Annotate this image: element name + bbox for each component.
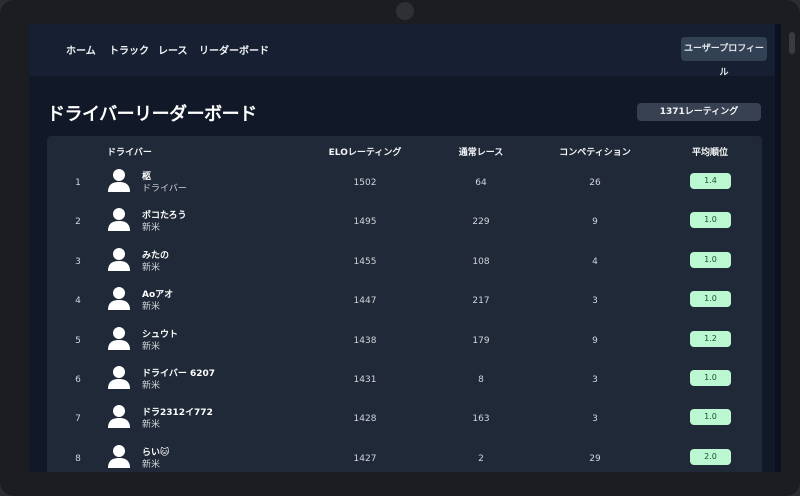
nav-link-tracks[interactable]: トラック [109,42,149,57]
app-screen: ホーム トラック レース リーダーボード ユーザープロフィール ドライバーリーダ… [29,24,781,472]
driver-rank-title: 新米 [142,459,161,470]
header-competitions: コンペティション [559,148,631,158]
competitions-value: 3 [592,414,598,425]
competitions-value: 3 [592,375,598,385]
competitions-value: 9 [592,335,598,346]
header-driver: ドライバー [107,148,152,158]
camera-icon [396,2,414,20]
rank-number: 7 [75,414,81,425]
regular-races-value: 179 [472,335,490,346]
user-profile-button[interactable]: ユーザープロフィール [681,37,767,78]
regular-races-value: 64 [475,178,487,188]
top-navigation-bar: ホーム トラック レース リーダーボード ユーザープロフィール [29,24,781,78]
avatar-icon [107,443,131,469]
rank-number: 6 [75,375,81,385]
header-average-position: 平均順位 [691,148,729,158]
average-position-badge: 1.2 [690,330,731,347]
elo-rating-value: 1495 [353,217,377,228]
table-row[interactable]: 3 みたの 新米 1455 108 4 1.0 [47,243,762,283]
driver-rank-title: 新米 [142,262,161,273]
competitions-value: 4 [592,256,598,267]
elo-rating-value: 1428 [353,414,377,425]
average-position-badge: 1.4 [690,173,731,189]
side-hardware-button [789,32,795,54]
avatar-icon [107,246,131,272]
avatar-icon [107,167,131,193]
regular-races-value: 8 [478,375,484,385]
nav-link-leaderboard[interactable]: リーダーボード [199,42,269,57]
table-row[interactable]: 1 柩ドライバー 1502 64 26 1.4 [47,164,762,204]
tablet-bezel: ホーム トラック レース リーダーボード ユーザープロフィール ドライバーリーダ… [0,0,800,496]
avatar-icon [107,403,131,429]
rank-number: 4 [75,296,81,307]
rank-number: 8 [75,453,81,464]
elo-rating-value: 1438 [353,335,377,346]
elo-rating-value: 1431 [353,375,377,385]
driver-rank-title: 新米 [142,381,161,391]
competitions-value: 9 [592,217,598,228]
average-position-badge: 1.0 [690,291,731,308]
average-position-badge: 1.0 [690,212,731,229]
avatar-icon [107,325,131,351]
leaderboard-table: ドライバー ELOレーティング 通常レース コンペティション 平均順位 1 柩ドラ… [47,136,762,472]
scrollbar-track[interactable] [775,24,781,472]
elo-rating-value: 1455 [353,256,377,267]
driver-rank-title: 新米 [142,223,161,234]
regular-races-value: 163 [472,414,490,425]
header-elo-rating: ELOレーティング [328,148,402,158]
table-row[interactable]: 2 ポコたろう 新米 1495 229 9 1.0 [47,203,762,243]
avatar-icon [107,364,131,390]
table-row[interactable]: 7 ドラ2312イ772 新米 1428 163 3 1.0 [47,400,762,440]
regular-races-value: 108 [472,256,490,267]
page-title: ドライバーリーダーボード [47,104,257,125]
average-position-badge: 2.0 [690,448,731,465]
elo-rating-value: 1427 [353,453,377,464]
average-position-badge: 1.0 [690,370,731,386]
competitions-value: 26 [589,178,601,188]
regular-races-value: 217 [472,296,490,307]
elo-rating-value: 1502 [353,178,377,188]
driver-rank-title: 新米 [142,302,161,313]
rank-number: 3 [75,256,81,267]
table-row[interactable]: 8 らい🐱 新米 1427 2 29 2.0 [47,440,762,472]
rank-number: 2 [75,217,81,228]
competitions-value: 3 [592,296,598,307]
table-row[interactable]: 5 シュウト 新米 1438 179 9 1.2 [47,322,762,362]
average-position-badge: 1.0 [690,409,731,426]
table-row[interactable]: 6 ドライバー 6207 新米 1431 8 3 1.0 [47,361,762,401]
nav-link-races[interactable]: レース [158,42,188,57]
rank-number: 1 [75,178,81,188]
regular-races-value: 2 [478,453,484,464]
header-regular-races: 通常レース [458,148,504,158]
table-row[interactable]: 4 Aoアオ 新米 1447 217 3 1.0 [47,282,762,322]
avatar-icon [107,285,131,311]
rating-badge: 1371レーティング [637,103,761,121]
average-position-badge: 1.0 [690,251,731,268]
nav-link-home[interactable]: ホーム [66,42,96,57]
elo-rating-value: 1447 [353,296,377,307]
regular-races-value: 229 [472,217,490,228]
driver-rank-title: 新米 [142,420,161,431]
avatar-icon [107,206,131,232]
driver-rank-title: 新米 [142,341,161,352]
competitions-value: 29 [589,453,601,464]
rank-number: 5 [75,335,81,346]
driver-rank-title: ドライバー [142,184,187,194]
